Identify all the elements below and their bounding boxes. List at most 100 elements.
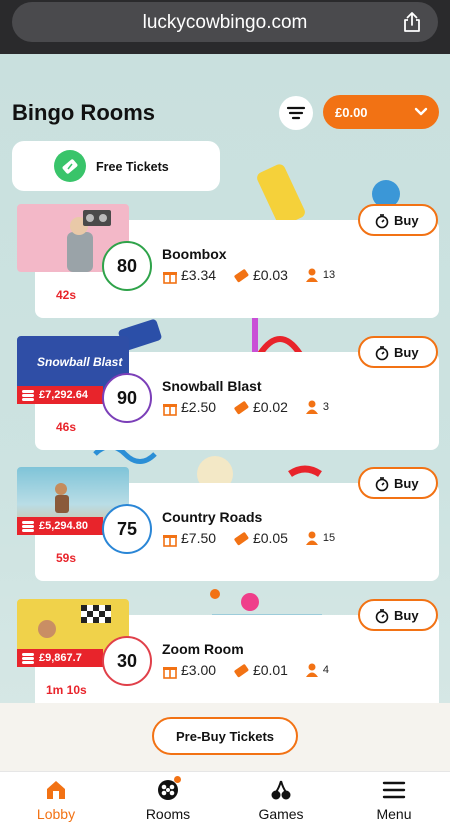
ball-count-badge: 90 [102, 373, 152, 423]
gift-icon [163, 403, 177, 416]
ticket-icon [234, 269, 249, 283]
players-stat: 15 [304, 530, 335, 546]
browser-bar: luckycowbingo.com [0, 0, 450, 54]
prize-stat: £2.50 [162, 399, 216, 416]
page-title: Bingo Rooms [12, 100, 155, 125]
room-name: Country Roads [162, 509, 263, 525]
share-icon[interactable] [400, 10, 424, 34]
coins-icon [22, 390, 34, 401]
ticket-price-stat: £0.05 [232, 530, 288, 547]
ball-count-badge: 80 [102, 241, 152, 291]
nav-item-menu[interactable]: Menu [338, 772, 450, 824]
jackpot-badge: £5,294.80 [17, 517, 103, 535]
buy-button[interactable]: Buy [358, 336, 438, 368]
person-icon [305, 663, 318, 678]
jackpot-badge: £7,292.64 [17, 386, 103, 404]
gift-icon [163, 271, 177, 284]
gift-icon [163, 534, 177, 547]
chevron-down-icon [414, 107, 428, 116]
ball-count: 90 [116, 388, 138, 408]
room-card[interactable]: Snowball Blast £7,292.64 46s 90 Snowball… [0, 336, 450, 450]
players-stat: 3 [304, 399, 329, 415]
prize-value: £3.34 [181, 266, 217, 283]
thumbnail-logo-text: Snowball Blast [37, 355, 123, 369]
ticket-price-stat: £0.02 [232, 399, 288, 416]
room-name: Zoom Room [162, 641, 244, 657]
room-timer: 1m 10s [46, 683, 87, 697]
notification-dot [174, 776, 181, 783]
ticket-icon [234, 664, 249, 678]
prize-value: £3.00 [181, 661, 217, 678]
house-icon [47, 781, 65, 799]
buy-label: Buy [394, 608, 419, 623]
jackpot-badge: £9,867.7 [17, 649, 103, 667]
stopwatch-icon [375, 609, 389, 624]
prebuy-tickets-button[interactable]: Pre-Buy Tickets [152, 717, 298, 755]
ball-count: 30 [116, 651, 138, 671]
ticket-price-stat: £0.03 [232, 267, 288, 284]
prize-stat: £3.34 [162, 267, 216, 284]
nav-item-rooms[interactable]: Rooms [112, 772, 224, 824]
nav-label: Rooms [145, 806, 191, 822]
nav-label: Lobby [36, 806, 76, 822]
players-stat: 13 [304, 267, 335, 283]
prize-stat: £3.00 [162, 662, 216, 679]
room-card[interactable]: £9,867.7 1m 10s 30 Zoom Room £3.00 £0.01… [0, 599, 450, 713]
buy-label: Buy [394, 213, 419, 228]
ticket-icon [234, 401, 249, 415]
players-value: 4 [322, 664, 329, 677]
buy-label: Buy [394, 476, 419, 491]
balance-dropdown[interactable]: £0.00 [323, 95, 439, 129]
prize-value: £2.50 [181, 398, 217, 415]
stopwatch-icon [375, 477, 389, 492]
ticket-price-value: £0.03 [252, 266, 288, 283]
nav-label: Menu [376, 806, 412, 822]
room-stats: £2.50 £0.02 3 [162, 398, 341, 418]
ticket-price-value: £0.05 [252, 529, 288, 546]
stopwatch-icon [375, 214, 389, 229]
buy-button[interactable]: Buy [358, 467, 438, 499]
buy-button[interactable]: Buy [358, 204, 438, 236]
nav-item-games[interactable]: Games [225, 772, 337, 824]
stopwatch-icon [375, 346, 389, 361]
coins-icon [22, 521, 34, 532]
free-tickets-button[interactable]: Free Tickets [12, 141, 220, 191]
hamburger-icon [382, 781, 406, 799]
room-stats: £7.50 £0.05 15 [162, 529, 347, 549]
free-tickets-label: Free Tickets [96, 160, 169, 174]
prebuy-bar: Pre-Buy Tickets [0, 703, 450, 771]
room-name: Boombox [162, 246, 227, 262]
room-name: Snowball Blast [162, 378, 262, 394]
balance-value: £0.00 [335, 105, 368, 120]
bottom-nav: Lobby Rooms Games Menu [0, 771, 450, 824]
prize-value: £7.50 [181, 529, 217, 546]
person-icon [305, 400, 318, 415]
players-value: 13 [322, 269, 336, 282]
room-card[interactable]: £5,294.80 59s 75 Country Roads £7.50 £0.… [0, 467, 450, 581]
ball-count-badge: 75 [102, 504, 152, 554]
room-stats: £3.34 £0.03 13 [162, 266, 347, 286]
person-icon [305, 531, 318, 546]
filter-icon [286, 106, 306, 120]
ticket-icon [54, 150, 86, 182]
buy-button[interactable]: Buy [358, 599, 438, 631]
nav-item-lobby[interactable]: Lobby [0, 772, 112, 824]
url-text: luckycowbingo.com [142, 12, 308, 33]
jackpot-value: £5,294.80 [39, 520, 88, 532]
ticket-price-stat: £0.01 [232, 662, 288, 679]
room-timer: 46s [56, 420, 77, 434]
prebuy-label: Pre-Buy Tickets [175, 729, 275, 744]
prize-stat: £7.50 [162, 530, 216, 547]
coins-icon [22, 653, 34, 664]
ball-count: 75 [116, 519, 138, 539]
ticket-price-value: £0.02 [252, 398, 288, 415]
room-card[interactable]: 42s 80 Boombox £3.34 £0.03 13 Buy [0, 204, 450, 318]
ticket-price-value: £0.01 [252, 661, 288, 678]
room-stats: £3.00 £0.01 4 [162, 661, 341, 681]
players-value: 15 [322, 532, 336, 545]
address-bar[interactable]: luckycowbingo.com [12, 2, 438, 42]
players-stat: 4 [304, 662, 329, 678]
room-timer: 42s [56, 288, 77, 302]
players-value: 3 [322, 401, 329, 414]
filter-button[interactable] [279, 96, 313, 130]
